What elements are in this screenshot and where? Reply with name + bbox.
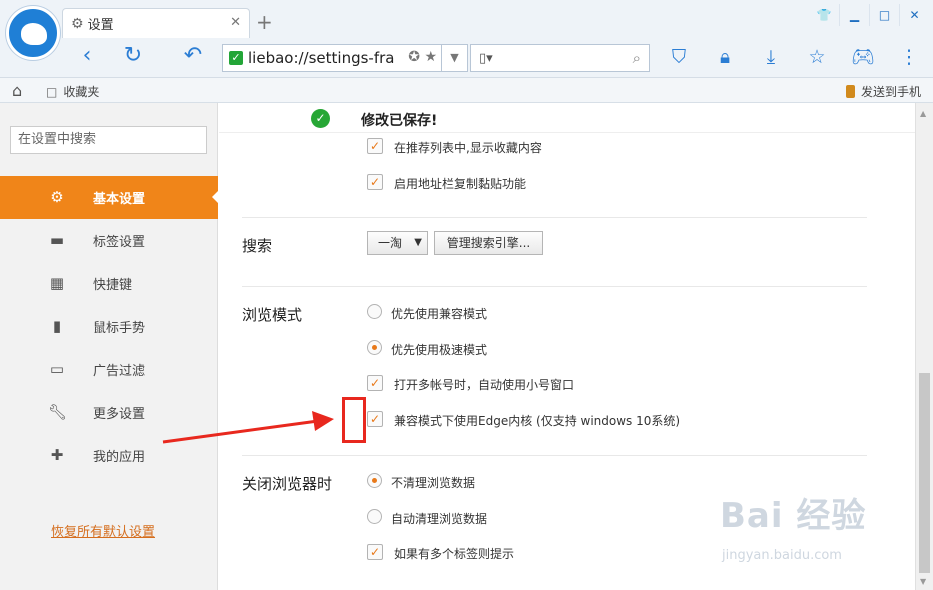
refresh-icon[interactable]: ↻ xyxy=(120,44,146,70)
divider xyxy=(242,455,867,456)
bookmarks-bar: ⌂ 收藏夹 发送到手机 xyxy=(0,78,933,103)
search-input[interactable]: ▯▾ ⌕ xyxy=(470,44,650,72)
scrollbar-thumb[interactable] xyxy=(919,373,930,573)
watermark: Bai 经验 xyxy=(720,496,867,536)
favorites-folder[interactable]: 收藏夹 xyxy=(46,83,99,100)
wrench-icon: 🔧︎ xyxy=(48,403,68,421)
settings-search-input[interactable]: 在设置中搜索 xyxy=(10,126,207,154)
saved-message: 修改已保存! xyxy=(361,113,438,129)
sidebar-item-gestures[interactable]: ▮ 鼠标手势 xyxy=(0,305,218,348)
option-label: 在推荐列表中,显示收藏内容 xyxy=(394,141,542,155)
settings-nav: ⚙ 基本设置 ▬ 标签设置 ▦ 快捷键 ▮ 鼠标手势 ▭ 广告过滤 🔧︎ 更多设… xyxy=(0,176,219,477)
tab-settings[interactable]: ⚙ 设置 ✕ xyxy=(62,8,250,38)
sidebar-item-more[interactable]: 🔧︎ 更多设置 xyxy=(0,391,218,434)
saved-notification: ✓ 修改已保存! xyxy=(219,103,915,133)
minimize-icon[interactable]: ▁ xyxy=(839,4,869,26)
download-icon[interactable]: ⤓ xyxy=(758,46,784,70)
tab-close-icon[interactable]: ✕ xyxy=(230,15,241,30)
search-engine-value: 一淘 xyxy=(378,236,403,250)
sidebar-item-basic[interactable]: ⚙ 基本设置 xyxy=(0,176,219,219)
option-label: 不清理浏览数据 xyxy=(391,476,476,490)
sidebar-item-label: 标签设置 xyxy=(93,235,146,250)
sidebar-item-adblock[interactable]: ▭ 广告过滤 xyxy=(0,348,218,391)
option-label: 启用地址栏复制黏贴功能 xyxy=(394,177,527,191)
gear-icon: ⚙ xyxy=(50,188,64,206)
secure-check-icon: ✓ xyxy=(229,51,243,65)
sidebar-item-label: 我的应用 xyxy=(93,450,146,465)
radio-compat-mode[interactable] xyxy=(367,304,382,319)
bookmark-star-icon[interactable]: ☆ xyxy=(804,46,830,70)
window-icon: ▭ xyxy=(49,360,65,378)
gamepad-icon[interactable]: 🎮︎ xyxy=(850,46,876,70)
star-icon[interactable]: ✪ ★ xyxy=(408,49,437,65)
option-label: 打开多帐号时，自动使用小号窗口 xyxy=(394,378,575,392)
search-icon[interactable]: ⌕ xyxy=(633,49,641,67)
scroll-down-icon[interactable]: ▼ xyxy=(920,577,926,586)
section-title-on-close: 关闭浏览器时 xyxy=(242,475,333,493)
home-icon[interactable]: ⌂ xyxy=(12,81,22,100)
radio-speed-mode[interactable] xyxy=(367,340,382,355)
manage-search-engines-button[interactable]: 管理搜索引擎... xyxy=(434,231,543,255)
send-to-phone-button[interactable]: 发送到手机 xyxy=(846,83,921,100)
back-icon[interactable]: ‹ xyxy=(74,44,100,70)
title-bar: ⚙ 设置 ✕ + 👕 ▁ □ ✕ ‹ ↻ ↶ ✓ liebao://settin… xyxy=(0,0,933,78)
checkbox-edge-kernel[interactable]: ✓ xyxy=(367,411,383,427)
annotation-highlight-box xyxy=(342,397,366,443)
sidebar-item-tabs[interactable]: ▬ 标签设置 xyxy=(0,219,218,262)
tab-title: 设置 xyxy=(87,18,114,33)
navigation-toolbar: ‹ ↻ ↶ ✓ liebao://settings-fra ✪ ★ ▼ ▯▾ ⌕… xyxy=(62,40,933,74)
watermark-url: jingyan.baidu.com xyxy=(722,548,842,563)
sidebar-item-shortcuts[interactable]: ▦ 快捷键 xyxy=(0,262,218,305)
option-label: 优先使用兼容模式 xyxy=(391,307,488,321)
checkbox-multi-tab-prompt[interactable]: ✓ xyxy=(367,544,383,560)
close-icon[interactable]: ✕ xyxy=(899,4,929,26)
reset-defaults-link[interactable]: 恢复所有默认设置 xyxy=(51,521,155,540)
option-label: 兼容模式下使用Edge内核 (仅支持 windows 10系统) xyxy=(394,414,681,428)
shield-icon[interactable]: ⛉ xyxy=(666,46,692,70)
chevron-down-icon[interactable]: ▼ xyxy=(442,44,468,72)
gear-icon: ⚙ xyxy=(71,15,84,32)
shirt-icon[interactable]: 👕 xyxy=(809,4,839,26)
sidebar-item-apps[interactable]: ✚ 我的应用 xyxy=(0,434,218,477)
scroll-up-icon[interactable]: ▲ xyxy=(920,109,926,118)
mouse-icon: ▮ xyxy=(52,317,62,335)
option-label: 如果有多个标签则提示 xyxy=(394,547,515,561)
sidebar-item-label: 广告过滤 xyxy=(93,364,146,379)
checkbox-multi-account[interactable]: ✓ xyxy=(367,375,383,391)
option-label: 自动清理浏览数据 xyxy=(391,512,488,526)
option-label: 优先使用极速模式 xyxy=(391,343,488,357)
divider xyxy=(242,217,867,218)
settings-sidebar: 在设置中搜索 ⚙ 基本设置 ▬ 标签设置 ▦ 快捷键 ▮ 鼠标手势 ▭ 广告过滤… xyxy=(0,103,219,590)
menu-icon[interactable]: ⋮ xyxy=(896,46,922,70)
sidebar-item-label: 鼠标手势 xyxy=(93,321,146,336)
checkbox-address-paste[interactable]: ✓ xyxy=(367,174,383,190)
page-icon: ▯▾ xyxy=(479,50,493,66)
lock-icon[interactable]: 🔒︎ xyxy=(712,46,738,70)
checkbox-show-favorites[interactable]: ✓ xyxy=(367,138,383,154)
search-engine-select[interactable]: 一淘 ▼ xyxy=(367,231,428,255)
section-title-search: 搜索 xyxy=(242,237,273,255)
address-bar[interactable]: ✓ liebao://settings-fra ✪ ★ xyxy=(222,44,442,72)
chevron-down-icon: ▼ xyxy=(414,237,422,248)
radio-keep-data[interactable] xyxy=(367,473,382,488)
laptop-icon: ▬ xyxy=(49,231,65,249)
maximize-icon[interactable]: □ xyxy=(869,4,899,26)
section-title-browse-mode: 浏览模式 xyxy=(242,306,303,324)
liebao-logo[interactable] xyxy=(6,6,60,60)
address-url[interactable]: liebao://settings-fra xyxy=(248,49,402,67)
content-scrollbar[interactable]: ▲ ▼ xyxy=(915,103,933,590)
sidebar-item-label: 更多设置 xyxy=(93,407,146,422)
undo-icon[interactable]: ↶ xyxy=(180,44,206,70)
puzzle-icon: ✚ xyxy=(50,446,64,464)
divider xyxy=(242,286,867,287)
sidebar-item-label: 基本设置 xyxy=(93,192,146,207)
window-controls: 👕 ▁ □ ✕ xyxy=(809,4,929,26)
sidebar-item-label: 快捷键 xyxy=(93,278,133,293)
radio-clear-data[interactable] xyxy=(367,509,382,524)
check-circle-icon: ✓ xyxy=(311,109,330,128)
new-tab-button[interactable]: + xyxy=(256,12,273,32)
keyboard-icon: ▦ xyxy=(49,274,65,292)
